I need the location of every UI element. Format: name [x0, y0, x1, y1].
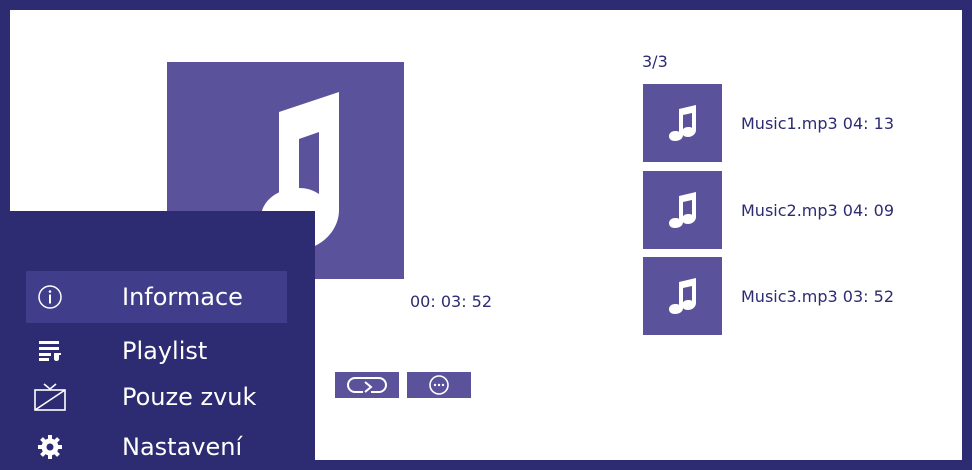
playlist-item[interactable]: Music1.mp3 04: 13	[643, 84, 943, 162]
menu-item-pouze-zvuk[interactable]: Pouze zvuk	[26, 371, 287, 423]
more-icon	[429, 375, 449, 395]
playlist-icon	[28, 331, 72, 371]
side-menu: Informace Playlist Pouze zvuk Nastavení	[10, 211, 315, 460]
more-options-button[interactable]	[407, 372, 471, 398]
playlist-count: 3/3	[642, 52, 668, 71]
media-player-screen: 00: 03: 52 3/3 Music1.mp3 04: 13 Music2.…	[10, 10, 962, 460]
menu-item-nastaveni[interactable]: Nastavení	[26, 421, 287, 460]
menu-item-label: Informace	[122, 283, 243, 311]
track-thumbnail	[643, 171, 722, 249]
menu-item-informace[interactable]: Informace	[26, 271, 287, 323]
info-icon	[28, 277, 72, 317]
playlist-item[interactable]: Music3.mp3 03: 52	[643, 257, 943, 335]
music-note-icon	[668, 105, 696, 141]
menu-item-label: Playlist	[122, 337, 208, 365]
track-thumbnail	[643, 84, 722, 162]
gear-icon	[28, 427, 72, 460]
elapsed-time: 00: 03: 52	[410, 292, 493, 311]
tv-off-icon	[28, 377, 72, 417]
playlist-item[interactable]: Music2.mp3 04: 09	[643, 171, 943, 249]
track-label: Music1.mp3 04: 13	[741, 114, 894, 133]
repeat-icon	[347, 377, 387, 393]
menu-item-label: Nastavení	[122, 433, 243, 460]
repeat-button[interactable]	[335, 372, 399, 398]
menu-item-label: Pouze zvuk	[122, 383, 257, 411]
track-label: Music3.mp3 03: 52	[741, 287, 894, 306]
music-note-icon	[668, 192, 696, 228]
menu-item-playlist[interactable]: Playlist	[26, 325, 287, 377]
track-thumbnail	[643, 257, 722, 335]
track-label: Music2.mp3 04: 09	[741, 201, 894, 220]
music-note-icon	[668, 278, 696, 314]
